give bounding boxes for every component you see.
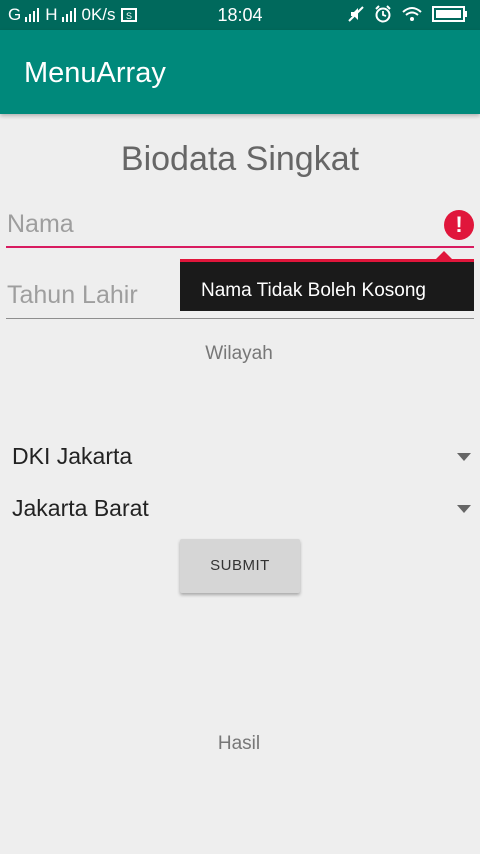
hasil-label: Hasil	[217, 733, 261, 754]
battery-icon	[432, 6, 467, 22]
error-tooltip-arrow	[436, 251, 452, 259]
dropdown-arrow-icon	[457, 505, 471, 513]
error-tooltip-bar	[180, 259, 474, 262]
wifi-icon	[402, 7, 422, 21]
provinsi-selected: DKI Jakarta	[12, 443, 133, 469]
nama-input[interactable]: Nama	[6, 210, 474, 239]
submit-button[interactable]: SUBMIT	[180, 539, 300, 593]
tahun-lahir-underline	[6, 318, 474, 319]
kota-selected: Jakarta Barat	[12, 495, 149, 521]
error-tooltip: Nama Tidak Boleh Kosong	[180, 259, 474, 311]
kota-spinner[interactable]: Jakarta Barat	[12, 492, 474, 526]
app-bar: MenuArray	[0, 30, 480, 114]
status-right	[348, 5, 468, 23]
error-message: Nama Tidak Boleh Kosong	[201, 280, 426, 301]
page-title: Biodata Singkat	[120, 140, 360, 178]
dropdown-arrow-icon	[457, 453, 471, 461]
app-title: MenuArray	[24, 57, 166, 89]
error-icon: !	[444, 210, 474, 240]
nama-input-underline	[6, 246, 474, 248]
provinsi-spinner[interactable]: DKI Jakarta	[12, 440, 474, 474]
alarm-icon	[375, 5, 391, 23]
status-bar: G H 0K/s S 18:04	[0, 0, 480, 30]
wilayah-label: Wilayah	[205, 343, 273, 364]
mute-icon	[348, 6, 364, 22]
